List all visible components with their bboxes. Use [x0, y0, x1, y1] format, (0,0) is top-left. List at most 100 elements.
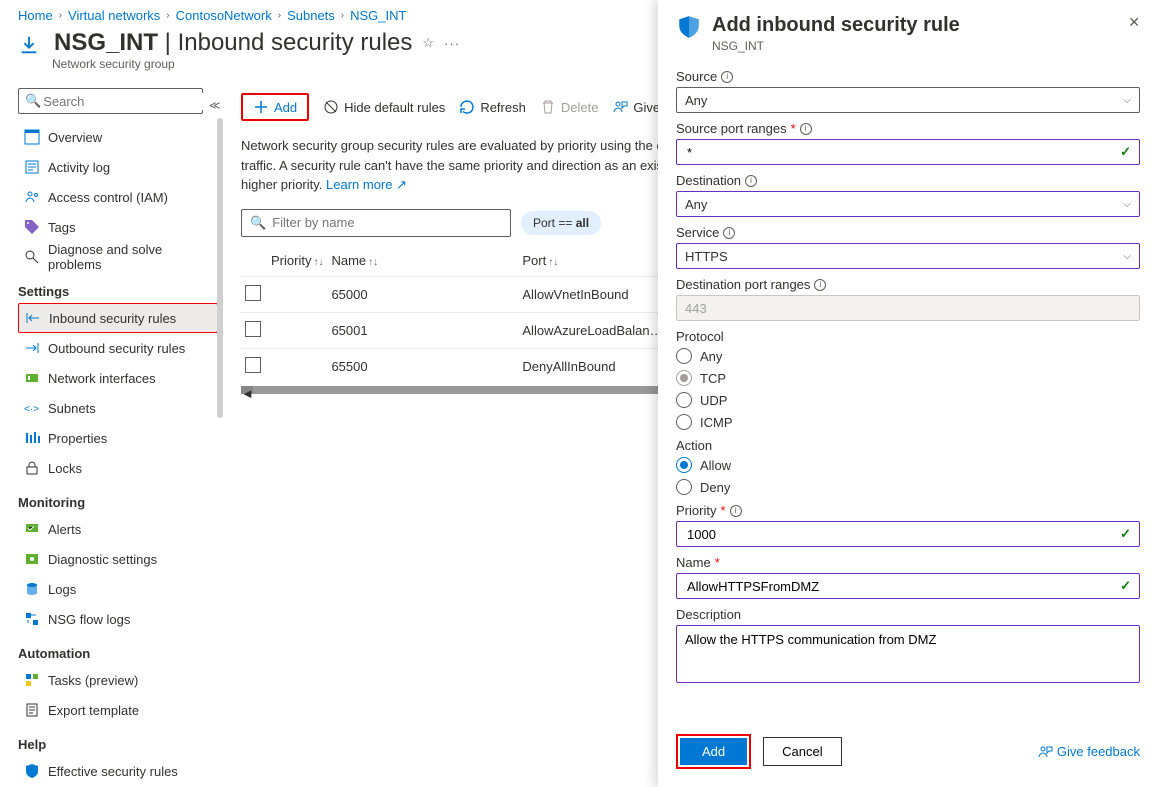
priority-input[interactable]: ✓	[676, 521, 1140, 547]
sidebar-item-label: Network interfaces	[48, 371, 156, 386]
sidebar-item-label: NSG flow logs	[48, 612, 130, 627]
close-icon[interactable]: ✕	[1128, 14, 1140, 31]
cancel-button[interactable]: Cancel	[763, 737, 841, 766]
sidebar-item-locks[interactable]: Locks	[18, 453, 225, 483]
check-icon: ✓	[1120, 144, 1131, 160]
sidebar-item-access-control-iam-[interactable]: Access control (IAM)	[18, 182, 225, 212]
crumb-subnets[interactable]: Subnets	[287, 8, 335, 23]
hide-icon	[323, 99, 339, 115]
crumb-vnets[interactable]: Virtual networks	[68, 8, 160, 23]
cell-priority: 65001	[327, 312, 518, 348]
check-icon: ✓	[1120, 578, 1131, 594]
info-icon[interactable]: i	[800, 123, 812, 135]
alerts-icon	[24, 521, 40, 537]
locks-icon	[24, 460, 40, 476]
radio-dot	[676, 348, 692, 364]
filter-by-name[interactable]: 🔍	[241, 209, 511, 237]
radio-dot	[676, 370, 692, 386]
learn-more-link[interactable]: Learn more ↗	[326, 177, 407, 192]
iam-icon	[24, 189, 40, 205]
sidebar-item-effective-security-rules[interactable]: Effective security rules	[18, 756, 225, 786]
sidebar-item-label: Activity log	[48, 160, 110, 175]
refresh-button[interactable]: Refresh	[459, 99, 526, 115]
row-checkbox[interactable]	[245, 321, 261, 337]
add-button[interactable]: Add	[241, 93, 309, 121]
sidebar-item-export-template[interactable]: Export template	[18, 695, 225, 725]
row-checkbox[interactable]	[245, 285, 261, 301]
protocol-radio-any[interactable]: Any	[676, 348, 1140, 364]
sidebar-item-label: Alerts	[48, 522, 81, 537]
sidebar-item-network-interfaces[interactable]: Network interfaces	[18, 363, 225, 393]
sidebar-item-overview[interactable]: Overview	[18, 122, 225, 152]
sidebar-item-label: Export template	[48, 703, 139, 718]
more-icon[interactable]: ···	[444, 36, 460, 51]
info-icon[interactable]: i	[745, 175, 757, 187]
source-port-ranges-input[interactable]: ✓	[676, 139, 1140, 165]
col-name[interactable]: Name↑↓	[327, 245, 518, 277]
info-icon[interactable]: i	[730, 505, 742, 517]
sidebar-item-diagnose-and-solve-problems[interactable]: Diagnose and solve problems	[18, 242, 225, 272]
sidebar-item-inbound-security-rules[interactable]: Inbound security rules	[18, 303, 218, 333]
sidebar-search-input[interactable]	[41, 93, 221, 110]
cell-priority: 65000	[327, 276, 518, 312]
source-select[interactable]: Any⌵	[676, 87, 1140, 113]
sidebar-item-label: Tags	[48, 220, 75, 235]
cell-priority: 65500	[327, 348, 518, 384]
diagnose-icon	[24, 249, 40, 265]
info-icon[interactable]: i	[723, 227, 735, 239]
sidebar-item-subnets[interactable]: <·>Subnets	[18, 393, 225, 423]
sidebar-item-properties[interactable]: Properties	[18, 423, 225, 453]
sidebar-scrollbar[interactable]	[217, 118, 223, 418]
panel-add-button[interactable]: Add	[680, 738, 747, 765]
chevron-down-icon: ⌵	[1123, 199, 1131, 210]
row-checkbox[interactable]	[245, 357, 261, 373]
protocol-radio-tcp[interactable]: TCP	[676, 370, 1140, 386]
filter-input[interactable]	[270, 214, 502, 231]
inbound-icon	[25, 310, 41, 326]
crumb-home[interactable]: Home	[18, 8, 53, 23]
sidebar-item-alerts[interactable]: Alerts	[18, 514, 225, 544]
action-radio-deny[interactable]: Deny	[676, 479, 1140, 495]
section-help: Help	[18, 737, 225, 752]
sidebar-item-outbound-security-rules[interactable]: Outbound security rules	[18, 333, 225, 363]
sidebar-item-logs[interactable]: Logs	[18, 574, 225, 604]
section-automation: Automation	[18, 646, 225, 661]
sidebar-item-tasks-preview-[interactable]: Tasks (preview)	[18, 665, 225, 695]
description-textarea[interactable]	[676, 625, 1140, 683]
export-icon	[24, 702, 40, 718]
info-icon[interactable]: i	[721, 71, 733, 83]
add-rule-panel: Add inbound security rule NSG_INT ✕ Sour…	[658, 0, 1158, 787]
give-feedback-link[interactable]: Give feedback	[1037, 744, 1140, 760]
hide-default-rules-button[interactable]: Hide default rules	[323, 99, 445, 115]
collapse-sidebar-icon[interactable]: ≪	[209, 99, 221, 112]
col-priority[interactable]: Priority↑↓	[241, 245, 327, 277]
sidebar-item-label: Access control (IAM)	[48, 190, 168, 205]
radio-label: UDP	[700, 393, 727, 408]
destination-select[interactable]: Any⌵	[676, 191, 1140, 217]
trash-icon	[540, 99, 556, 115]
action-radio-allow[interactable]: Allow	[676, 457, 1140, 473]
sidebar-search[interactable]: 🔍	[18, 88, 203, 114]
section-settings: Settings	[18, 284, 225, 299]
crumb-current[interactable]: NSG_INT	[350, 8, 406, 23]
info-icon[interactable]: i	[814, 279, 826, 291]
sidebar-item-diagnostic-settings[interactable]: Diagnostic settings	[18, 544, 225, 574]
overview-icon	[24, 129, 40, 145]
service-select[interactable]: HTTPS⌵	[676, 243, 1140, 269]
favorite-star-icon[interactable]: ☆	[422, 35, 434, 51]
name-input[interactable]: ✓	[676, 573, 1140, 599]
sidebar-item-tags[interactable]: Tags	[18, 212, 225, 242]
crumb-contoso[interactable]: ContosoNetwork	[176, 8, 272, 23]
sidebar-item-nsg-flow-logs[interactable]: NSG flow logs	[18, 604, 225, 634]
protocol-radio-udp[interactable]: UDP	[676, 392, 1140, 408]
radio-label: TCP	[700, 371, 726, 386]
sidebar-item-activity-log[interactable]: Activity log	[18, 152, 225, 182]
chevron-down-icon: ⌵	[1123, 95, 1131, 106]
effective-icon	[24, 763, 40, 779]
download-icon[interactable]	[18, 34, 40, 56]
protocol-radio-icmp[interactable]: ICMP	[676, 414, 1140, 430]
check-icon: ✓	[1120, 526, 1131, 542]
sidebar-item-label: Subnets	[48, 401, 96, 416]
scroll-left-arrow[interactable]: ◄	[241, 386, 253, 394]
port-filter-pill[interactable]: Port == all	[521, 211, 601, 235]
